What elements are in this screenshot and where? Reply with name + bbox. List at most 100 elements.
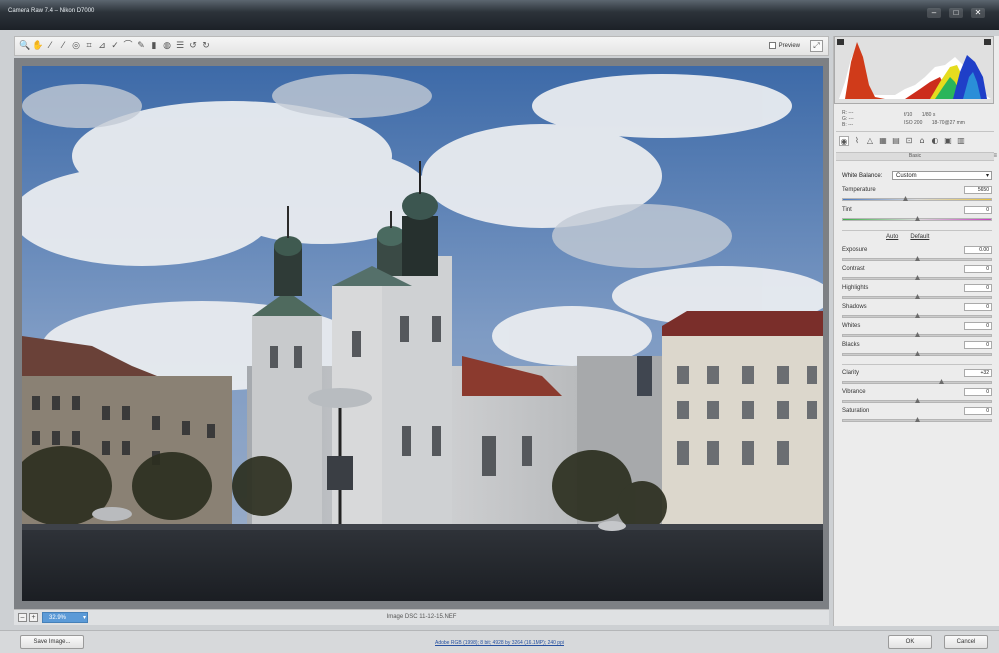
camera-calibration-tab-icon[interactable]: ◐ [930,136,940,146]
vibrance-label: Vibrance [842,389,866,395]
snapshots-tab-icon[interactable]: ▥ [956,136,966,146]
fullscreen-icon[interactable]: ⤢ [810,40,823,52]
preview-label: Preview [778,42,800,49]
section-title: Basic [908,153,922,159]
saturation-label: Saturation [842,408,870,414]
adjustment-panel: R: --- G: --- B: --- f/10 1/80 s ISO 200… [833,36,999,626]
shadows-slider-row: Shadows 0 [842,303,992,322]
cancel-button[interactable]: Cancel [944,635,988,649]
effects-tab-icon[interactable]: ⌂ [917,136,927,146]
preview-checkbox[interactable] [768,42,776,49]
panel-menu-icon[interactable]: ≡ [993,153,997,160]
window-controls: – □ ✕ [927,8,985,18]
basic-tab-icon[interactable]: ◉ [839,136,849,146]
highlights-slider-row: Highlights 0 [842,284,992,303]
camera-readout: R: --- G: --- B: --- f/10 1/80 s ISO 200… [836,106,994,132]
tint-value-field[interactable]: 0 [964,206,992,214]
straighten-tool-icon[interactable]: ⊿ [97,40,107,52]
color-sampler-tool-icon[interactable]: ⁄ [58,40,68,52]
white-balance-label: White Balance: [842,173,883,179]
radial-filter-icon[interactable]: ◍ [162,40,172,52]
blue-readout: B: --- [842,122,854,128]
divider [842,364,992,365]
adjustment-brush-icon[interactable]: ✎ [136,40,146,52]
lens-corrections-tab-icon[interactable]: ⊡ [904,136,914,146]
split-toning-tab-icon[interactable]: ▤ [891,136,901,146]
ok-button[interactable]: OK [888,635,932,649]
exposure-slider-row: Exposure 0.00 [842,246,992,265]
highlight-clipping-icon[interactable] [984,39,991,45]
tool-list: 🔍 ✋ ⁄ ⁄ ◎ ⌗ ⊿ ✓ ⌒ ✎ ▮ ◍ ☰ ↺ ↻ [19,40,211,52]
white-balance-select[interactable]: Custom ▾ [892,171,992,180]
preferences-icon[interactable]: ☰ [175,40,185,52]
detail-tab-icon[interactable]: △ [865,136,875,146]
blacks-label: Blacks [842,342,860,348]
blacks-slider-row: Blacks 0 [842,341,992,360]
clarity-track[interactable] [842,381,992,384]
photo-preview[interactable] [22,66,823,601]
crop-tool-icon[interactable]: ⌗ [84,40,94,52]
title-bar: Camera Raw 7.4 – Nikon D7000 – □ ✕ [0,0,999,30]
temperature-label: Temperature [842,187,876,193]
auto-link[interactable]: Auto [886,234,898,240]
hsl-tab-icon[interactable]: ▦ [878,136,888,146]
tint-label: Tint [842,207,852,213]
blacks-value-field[interactable]: 0 [964,341,992,349]
rotate-cw-icon[interactable]: ↻ [201,40,211,52]
whites-value-field[interactable]: 0 [964,322,992,330]
bottom-bar: Save Image... Adobe RGB (1998); 8 bit; 4… [0,630,999,653]
contrast-slider-row: Contrast 0 [842,265,992,284]
zoom-tool-icon[interactable]: 🔍 [19,40,30,52]
lens-info-row: ISO 200 18-70@27 mm [904,120,973,126]
red-eye-tool-icon[interactable]: ⌒ [123,40,133,52]
graduated-filter-icon[interactable]: ▮ [149,40,159,52]
divider [842,230,992,231]
tool-bar: 🔍 ✋ ⁄ ⁄ ◎ ⌗ ⊿ ✓ ⌒ ✎ ▮ ◍ ☰ ↺ ↻ Preview ⤢ [14,36,829,56]
image-preview-area[interactable] [14,58,829,609]
maximize-button[interactable]: □ [949,8,963,18]
clarity-value-field[interactable]: +32 [964,369,992,377]
tint-slider-row: Tint 0 [842,206,992,225]
whites-label: Whites [842,323,861,329]
preview-toggle[interactable]: Preview [768,42,800,49]
saturation-value-field[interactable]: 0 [964,407,992,415]
vibrance-value-field[interactable]: 0 [964,388,992,396]
whites-slider-row: Whites 0 [842,322,992,341]
aperture-value: f/10 [904,112,913,118]
white-balance-value: Custom [896,173,917,179]
panel-tab-bar: ◉ ⌇ △ ▦ ▤ ⊡ ⌂ ◐ ▣ ▥ [836,136,994,152]
basic-section-header: Basic ≡ [836,152,997,161]
temperature-value-field[interactable]: 5650 [964,186,992,194]
rgb-readout: R: --- G: --- B: --- [842,110,854,128]
histogram-graph [839,42,991,99]
workflow-options-link[interactable]: Adobe RGB (1998); 8 bit; 4928 by 3264 (1… [0,640,999,646]
highlights-label: Highlights [842,285,869,291]
white-balance-tool-icon[interactable]: ⁄ [45,40,55,52]
histogram [834,36,994,104]
hand-tool-icon[interactable]: ✋ [32,40,43,52]
contrast-value-field[interactable]: 0 [964,265,992,273]
default-link[interactable]: Default [910,234,929,240]
close-button[interactable]: ✕ [971,8,985,18]
clarity-label: Clarity [842,370,860,376]
shadow-clipping-icon[interactable] [837,39,844,45]
image-filename: Image DSC 11-12-15.NEF [386,614,457,620]
saturation-slider-row: Saturation 0 [842,407,992,426]
zoom-status-bar: – + 32.9% ▾ Image DSC 11-12-15.NEF [14,609,829,625]
clarity-slider-row: Clarity +32 [842,369,992,388]
tone-curve-tab-icon[interactable]: ⌇ [852,136,862,146]
shadows-value-field[interactable]: 0 [964,303,992,311]
temperature-track[interactable] [842,198,992,201]
exposure-value-field[interactable]: 0.00 [964,246,992,254]
presets-tab-icon[interactable]: ▣ [943,136,953,146]
exposure-label: Exposure [842,247,868,253]
targeted-adjustment-tool-icon[interactable]: ◎ [71,40,81,52]
church-photo [22,66,823,601]
rotate-ccw-icon[interactable]: ↺ [188,40,198,52]
chevron-down-icon: ▾ [985,173,989,179]
minimize-button[interactable]: – [927,8,941,18]
shadows-label: Shadows [842,304,867,310]
spot-removal-tool-icon[interactable]: ✓ [110,40,120,52]
highlights-value-field[interactable]: 0 [964,284,992,292]
lens-value: 18-70@27 mm [931,120,965,126]
